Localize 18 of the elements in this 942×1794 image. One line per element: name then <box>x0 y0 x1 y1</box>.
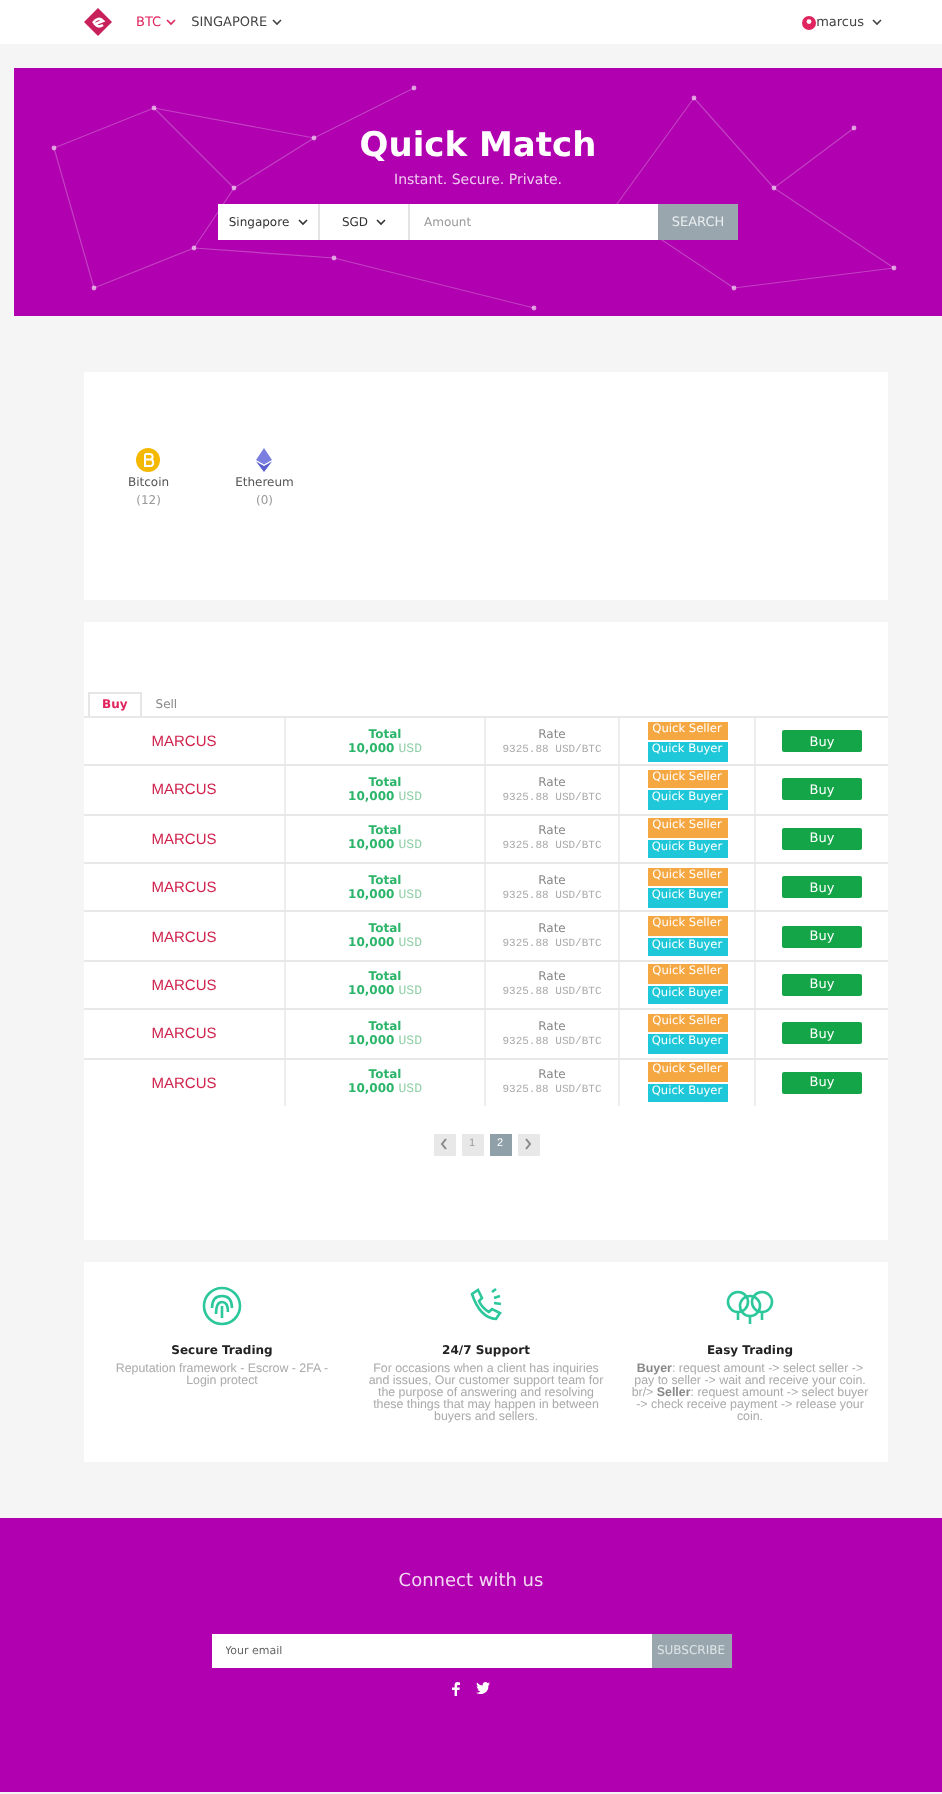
chevron-down-icon <box>271 18 282 26</box>
chevron-down-icon <box>297 218 308 226</box>
twitter-icon[interactable] <box>476 1682 490 1694</box>
chevron-left-icon <box>440 1138 448 1151</box>
chevron-right-icon <box>524 1138 532 1151</box>
chevron-down-icon <box>376 218 387 226</box>
ethereum-icon <box>256 448 273 472</box>
fingerprint-icon <box>202 1286 242 1327</box>
facebook-icon[interactable] <box>452 1682 460 1696</box>
previous-page-button[interactable] <box>433 1133 455 1156</box>
user-icon <box>802 15 817 29</box>
bitcoin-icon <box>136 448 161 472</box>
chevron-down-icon <box>872 18 882 26</box>
logo-icon[interactable] <box>84 8 112 36</box>
chevron-down-icon <box>165 18 176 26</box>
hero-title: Quick Match <box>359 126 597 166</box>
footer-heading: Connect with us <box>398 1572 544 1592</box>
next-page-button[interactable] <box>517 1133 539 1156</box>
